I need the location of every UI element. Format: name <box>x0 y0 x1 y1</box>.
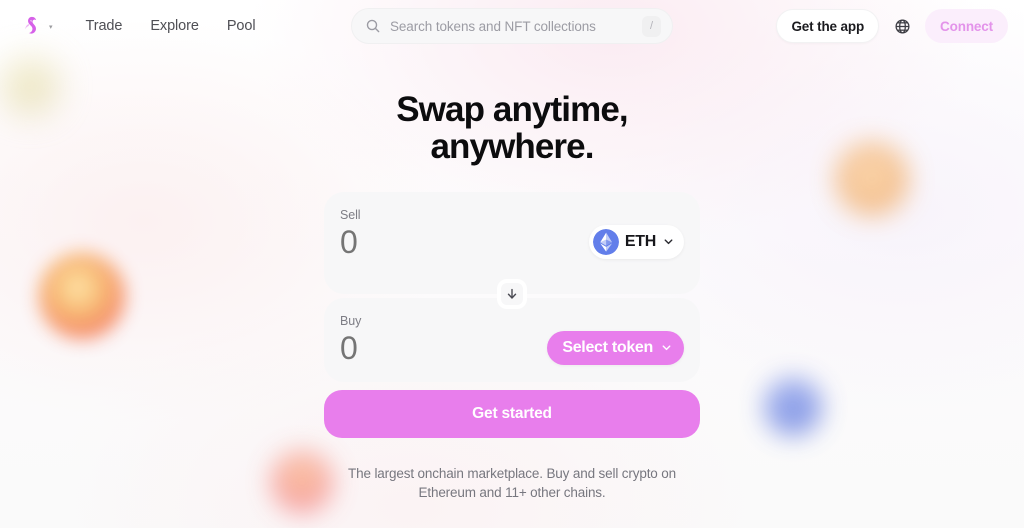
marketing-caption: The largest onchain marketplace. Buy and… <box>342 464 682 503</box>
buy-panel: Buy Select token <box>324 297 700 382</box>
sell-row: ETH <box>340 223 684 261</box>
search-input[interactable] <box>390 18 642 34</box>
search-icon <box>366 19 380 33</box>
search-shortcut-badge: / <box>642 15 661 37</box>
sell-label: Sell <box>340 207 361 222</box>
ethereum-logo <box>592 228 619 255</box>
language-globe-button[interactable] <box>886 10 918 42</box>
page-title: Swap anytime, anywhere. <box>396 90 628 166</box>
nav-link-trade[interactable]: Trade <box>75 12 134 40</box>
sell-token-symbol: ETH <box>624 232 656 250</box>
uniswap-unicorn-logo <box>25 16 37 34</box>
app-header: ▾ Trade Explore Pool / Get the app <box>0 0 1024 52</box>
sell-token-selector[interactable]: ETH <box>588 224 684 259</box>
get-the-app-button[interactable]: Get the app <box>776 9 880 43</box>
main-content: Swap anytime, anywhere. Sell 0 ETH Buy 0… <box>0 52 1024 503</box>
buy-row: Select token <box>340 329 684 367</box>
caption-line-1: The largest onchain marketplace. Buy and… <box>348 465 676 481</box>
caption-line-2: Ethereum and 11+ other chains. <box>418 485 606 501</box>
buy-token-selector[interactable]: Select token <box>547 330 684 365</box>
sell-amount-input[interactable] <box>340 223 510 261</box>
brand-logo-button[interactable]: ▾ <box>16 11 59 41</box>
headline-line-1: Swap anytime, <box>396 90 628 129</box>
buy-label: Buy <box>340 313 362 328</box>
globe-icon <box>895 18 910 34</box>
brand-chevron-down-icon: ▾ <box>49 23 53 31</box>
connect-wallet-button[interactable]: Connect <box>925 9 1008 43</box>
swap-direction-button[interactable] <box>497 278 527 309</box>
primary-nav: Trade Explore Pool <box>75 12 267 40</box>
nav-link-explore[interactable]: Explore <box>139 12 209 40</box>
search-container: / <box>351 8 673 44</box>
arrow-down-icon <box>507 288 517 299</box>
select-token-label: Select token <box>562 338 653 356</box>
get-started-button[interactable]: Get started <box>324 389 700 438</box>
headline-line-2: anywhere. <box>430 126 594 166</box>
swap-card: Sell ETH <box>324 191 700 438</box>
nav-link-pool[interactable]: Pool <box>216 12 267 40</box>
chevron-down-icon <box>664 239 673 245</box>
buy-amount-input[interactable] <box>340 329 510 367</box>
swap-direction-container <box>497 278 527 309</box>
header-actions: Get the app Connect <box>776 9 1008 43</box>
search-box[interactable]: / <box>351 8 673 44</box>
chevron-down-icon <box>662 345 671 351</box>
